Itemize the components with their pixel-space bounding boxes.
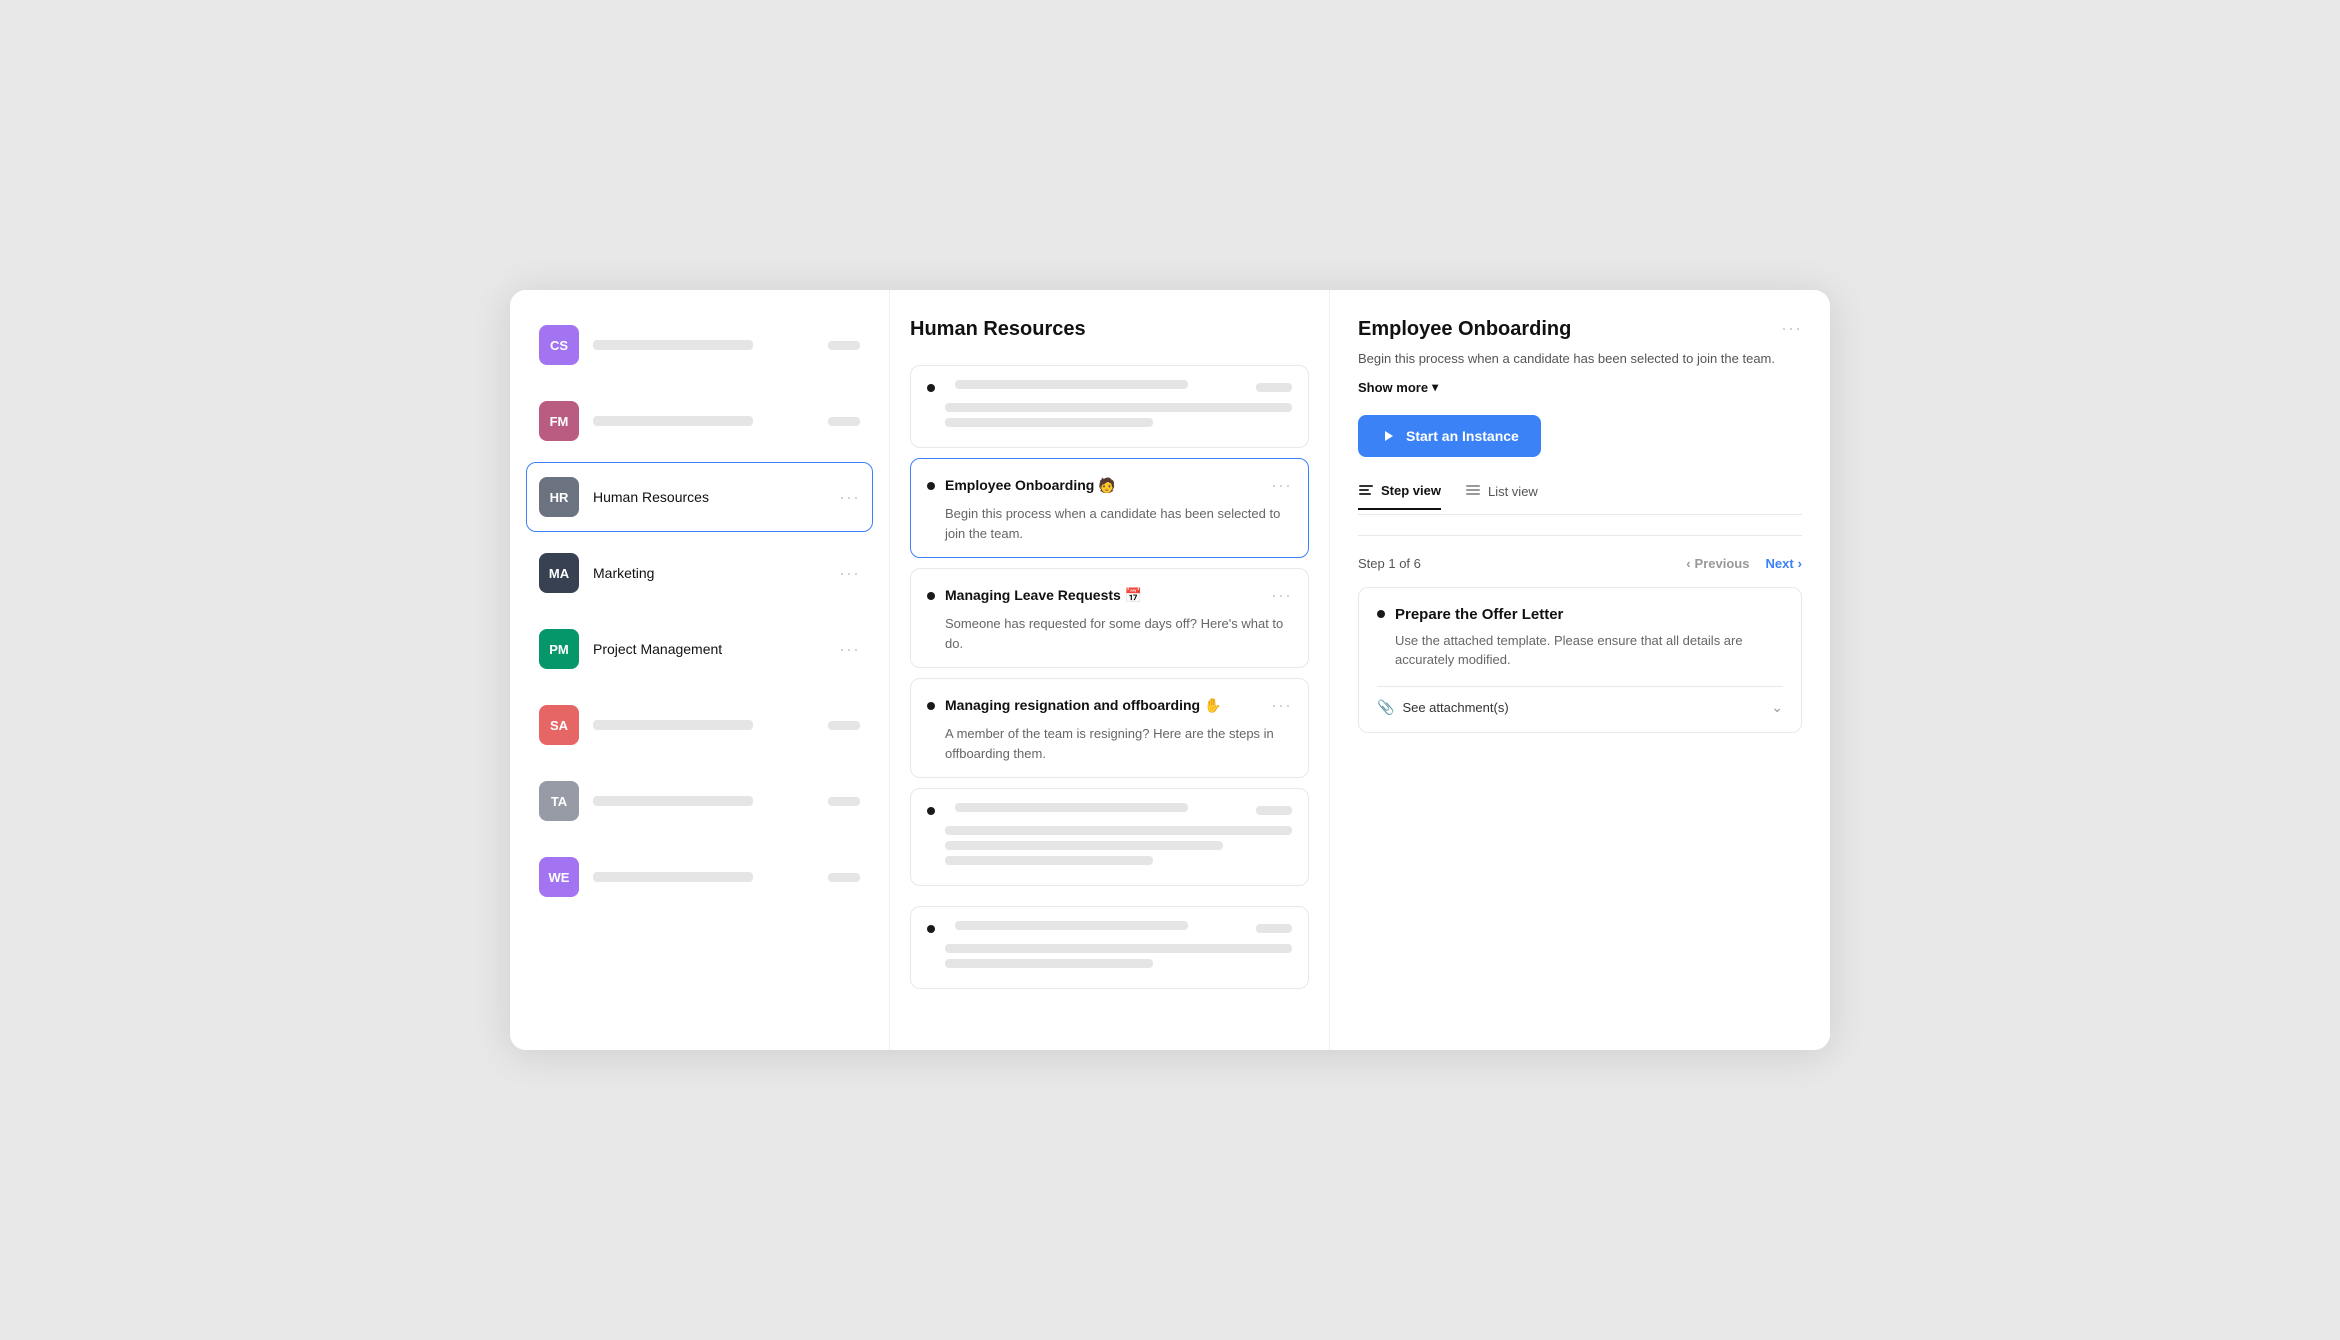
sidebar-item-more[interactable] — [828, 873, 860, 882]
placeholder-card-top — [910, 365, 1309, 448]
tab-step-view[interactable]: Step view — [1358, 481, 1441, 510]
process-dot — [927, 592, 935, 600]
sidebar-item-name: Marketing — [593, 565, 831, 581]
process-card-employee-onboarding[interactable]: Employee Onboarding 🧑 ··· Begin this pro… — [910, 458, 1309, 558]
avatar: FM — [539, 401, 579, 441]
middle-panel: Human Resources — [890, 290, 1330, 1050]
app-container: CSFMHRHuman Resources···MAMarketing···PM… — [510, 290, 1830, 1050]
sidebar-item-more[interactable]: ··· — [839, 639, 860, 660]
step-card: Prepare the Offer Letter Use the attache… — [1358, 587, 1802, 733]
process-description: A member of the team is resigning? Here … — [927, 724, 1292, 763]
sidebar-item-placeholder — [593, 872, 753, 882]
process-card-resignation[interactable]: Managing resignation and offboarding ✋ ·… — [910, 678, 1309, 778]
process-description: Begin this process when a candidate has … — [927, 504, 1292, 543]
right-header: Employee Onboarding ··· — [1358, 318, 1802, 341]
sidebar-item-more[interactable] — [828, 721, 860, 730]
sidebar-item-we[interactable]: WE — [526, 842, 873, 912]
view-tabs: Step view List view — [1358, 481, 1802, 515]
process-more-options[interactable]: ··· — [1271, 695, 1292, 716]
attachment-left: 📎 See attachment(s) — [1377, 699, 1509, 716]
process-description: Someone has requested for some days off?… — [927, 614, 1292, 653]
placeholder-card-bottom2 — [910, 906, 1309, 989]
sidebar-item-more[interactable]: ··· — [839, 487, 860, 508]
placeholder-card-bottom1 — [910, 788, 1309, 886]
divider — [1358, 535, 1802, 536]
sidebar: CSFMHRHuman Resources···MAMarketing···PM… — [510, 290, 890, 1050]
process-card-leave[interactable]: Managing Leave Requests 📅 ··· Someone ha… — [910, 568, 1309, 668]
avatar: MA — [539, 553, 579, 593]
process-more-options[interactable]: ··· — [1271, 475, 1292, 496]
tab-list-view[interactable]: List view — [1465, 482, 1538, 509]
step-indicator: Step 1 of 6 — [1358, 556, 1421, 571]
step-title: Prepare the Offer Letter — [1395, 606, 1563, 623]
right-description: Begin this process when a candidate has … — [1358, 349, 1802, 370]
chevron-right-icon: › — [1798, 556, 1802, 571]
right-more-options[interactable]: ··· — [1781, 318, 1802, 339]
attachment-row[interactable]: 📎 See attachment(s) ⌄ — [1377, 686, 1783, 716]
nav-buttons: ‹ Previous Next › — [1686, 556, 1802, 571]
process-dot — [927, 702, 935, 710]
avatar: TA — [539, 781, 579, 821]
sidebar-item-more[interactable] — [828, 417, 860, 426]
step-nav: Step 1 of 6 ‹ Previous Next › — [1358, 556, 1802, 571]
sidebar-item-more[interactable]: ··· — [839, 563, 860, 584]
list-view-icon — [1465, 482, 1481, 501]
sidebar-item-more[interactable] — [828, 797, 860, 806]
sidebar-item-hr[interactable]: HR Human Resources ··· — [526, 462, 873, 532]
show-more-button[interactable]: Show more ▾ — [1358, 380, 1802, 395]
chevron-down-icon: ⌄ — [1771, 699, 1783, 716]
process-more-options[interactable]: ··· — [1271, 585, 1292, 606]
avatar: WE — [539, 857, 579, 897]
attachment-label: See attachment(s) — [1402, 700, 1508, 715]
next-button[interactable]: Next › — [1765, 556, 1802, 571]
process-title: Managing resignation and offboarding ✋ — [945, 697, 1263, 714]
sidebar-item-ma[interactable]: MA Marketing ··· — [526, 538, 873, 608]
step-view-icon — [1358, 481, 1374, 500]
dot — [927, 807, 935, 815]
step-dot — [1377, 610, 1385, 618]
paperclip-icon: 📎 — [1377, 699, 1394, 716]
middle-panel-title: Human Resources — [910, 318, 1309, 341]
sidebar-item-placeholder — [593, 720, 753, 730]
sidebar-item-pm[interactable]: PM Project Management ··· — [526, 614, 873, 684]
avatar: CS — [539, 325, 579, 365]
dot — [927, 925, 935, 933]
sidebar-item-placeholder — [593, 416, 753, 426]
prev-button[interactable]: ‹ Previous — [1686, 556, 1749, 571]
process-title: Employee Onboarding 🧑 — [945, 477, 1263, 494]
step-header: Prepare the Offer Letter — [1377, 606, 1783, 623]
process-dot — [927, 482, 935, 490]
sidebar-item-name: Project Management — [593, 641, 831, 657]
avatar: HR — [539, 477, 579, 517]
process-title: Managing Leave Requests 📅 — [945, 587, 1263, 604]
avatar: PM — [539, 629, 579, 669]
right-process-name: Employee Onboarding — [1358, 318, 1571, 341]
sidebar-item-sa[interactable]: SA — [526, 690, 873, 760]
right-panel: Employee Onboarding ··· Begin this proce… — [1330, 290, 1830, 1050]
sidebar-item-cs[interactable]: CS — [526, 310, 873, 380]
process-list: Employee Onboarding 🧑 ··· Begin this pro… — [910, 365, 1309, 989]
avatar: SA — [539, 705, 579, 745]
sidebar-item-placeholder — [593, 796, 753, 806]
sidebar-item-ta[interactable]: TA — [526, 766, 873, 836]
sidebar-item-name: Human Resources — [593, 489, 831, 505]
chevron-down-icon: ▾ — [1432, 380, 1438, 394]
play-icon — [1380, 427, 1398, 445]
start-instance-button[interactable]: Start an Instance — [1358, 415, 1541, 457]
sidebar-item-more[interactable] — [828, 341, 860, 350]
sidebar-item-fm[interactable]: FM — [526, 386, 873, 456]
chevron-left-icon: ‹ — [1686, 556, 1690, 571]
sidebar-item-placeholder — [593, 340, 753, 350]
dot — [927, 384, 935, 392]
step-description: Use the attached template. Please ensure… — [1377, 631, 1783, 670]
